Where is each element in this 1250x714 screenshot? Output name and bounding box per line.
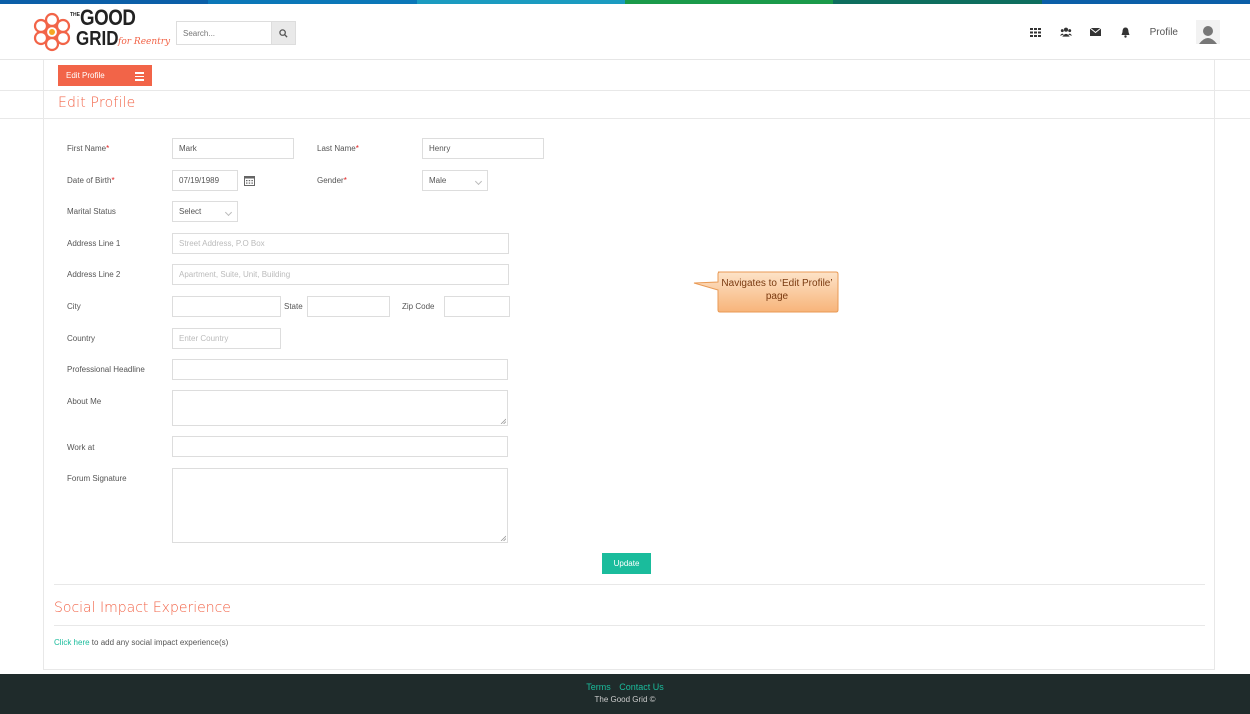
professional-headline-label: Professional Headline — [67, 365, 145, 374]
logo-the: THE — [70, 12, 80, 18]
search-button[interactable] — [271, 22, 295, 44]
divider — [0, 118, 1250, 119]
state-label: State — [284, 302, 303, 311]
envelope-icon[interactable] — [1090, 26, 1102, 38]
logo[interactable]: THE GOOD GRID for Reentry — [32, 7, 177, 57]
content-border-left — [43, 60, 44, 670]
professional-headline-field[interactable] — [172, 359, 508, 380]
calendar-icon[interactable] — [244, 175, 255, 186]
divider — [0, 90, 1250, 91]
divider — [54, 625, 1205, 626]
gender-label: Gender* — [317, 176, 347, 185]
update-button[interactable]: Update — [602, 553, 651, 574]
country-field[interactable]: Enter Country — [172, 328, 281, 349]
search-input[interactable] — [177, 22, 271, 44]
gender-select[interactable]: Male — [422, 170, 488, 191]
about-me-textarea[interactable] — [172, 390, 508, 426]
address-line1-field[interactable]: Street Address, P.O Box — [172, 233, 509, 254]
terms-link[interactable]: Terms — [586, 682, 611, 692]
last-name-label: Last Name* — [317, 144, 359, 153]
page-title: Edit Profile — [58, 95, 136, 111]
footer-links: Terms Contact Us — [0, 674, 1250, 692]
logo-tagline: for Reentry — [118, 37, 171, 47]
forum-signature-label: Forum Signature — [67, 474, 127, 483]
gender-value: Male — [429, 176, 447, 185]
click-here-link[interactable]: Click here — [54, 638, 90, 647]
profile-link[interactable]: Profile — [1150, 27, 1178, 38]
zip-code-label: Zip Code — [402, 302, 435, 311]
address-line1-label: Address Line 1 — [67, 239, 121, 248]
dob-label: Date of Birth* — [67, 176, 115, 185]
marital-status-label: Marital Status — [67, 207, 116, 216]
search-icon — [279, 28, 288, 38]
hamburger-menu-icon — [135, 72, 144, 83]
users-icon[interactable] — [1059, 26, 1072, 38]
address-line2-field[interactable]: Apartment, Suite, Unit, Building — [172, 264, 509, 285]
first-name-field[interactable]: Mark — [172, 138, 294, 159]
address-line2-label: Address Line 2 — [67, 270, 121, 279]
site-footer: Terms Contact Us The Good Grid © — [0, 674, 1250, 714]
zip-code-field[interactable] — [444, 296, 510, 317]
resize-handle-icon[interactable] — [500, 535, 506, 541]
country-label: Country — [67, 334, 96, 343]
marital-status-value: Select — [179, 207, 202, 216]
social-impact-prompt: Click here to add any social impact expe… — [54, 638, 228, 647]
resize-handle-icon[interactable] — [500, 418, 506, 424]
header-nav: Profile — [1030, 18, 1220, 46]
dob-field[interactable]: 07/19/1989 — [172, 170, 238, 191]
edit-profile-label: Edit Profile — [66, 71, 105, 80]
city-label: City — [67, 302, 81, 311]
marital-status-select[interactable]: Select — [172, 201, 238, 222]
footer-copyright: The Good Grid © — [594, 695, 656, 704]
apps-grid-icon[interactable] — [1030, 26, 1042, 38]
avatar[interactable] — [1196, 20, 1220, 44]
social-impact-text: to add any social impact experience(s) — [89, 638, 229, 647]
first-name-label: First Name* — [67, 144, 110, 153]
work-at-label: Work at — [67, 443, 95, 452]
contact-us-link[interactable]: Contact Us — [619, 682, 664, 692]
logo-grid: GRID — [76, 28, 119, 50]
edit-profile-menu-button[interactable]: Edit Profile — [58, 65, 152, 86]
work-at-field[interactable] — [172, 436, 508, 457]
about-me-label: About Me — [67, 397, 102, 406]
site-header: THE GOOD GRID for Reentry Profile — [0, 4, 1250, 60]
divider — [54, 584, 1205, 585]
flower-logo-icon — [33, 12, 71, 52]
last-name-field[interactable]: Henry — [422, 138, 544, 159]
callout-text: Navigates to ‘Edit Profile’ page — [721, 278, 833, 302]
search-box — [176, 21, 296, 45]
forum-signature-textarea[interactable] — [172, 468, 508, 543]
divider — [43, 669, 1215, 670]
logo-good: GOOD — [80, 5, 136, 30]
city-field[interactable] — [172, 296, 281, 317]
content-border-right — [1214, 60, 1215, 670]
social-impact-title: Social Impact Experience — [54, 600, 231, 616]
user-avatar-icon — [1199, 26, 1217, 44]
state-field[interactable] — [307, 296, 390, 317]
bell-icon[interactable] — [1120, 26, 1132, 38]
